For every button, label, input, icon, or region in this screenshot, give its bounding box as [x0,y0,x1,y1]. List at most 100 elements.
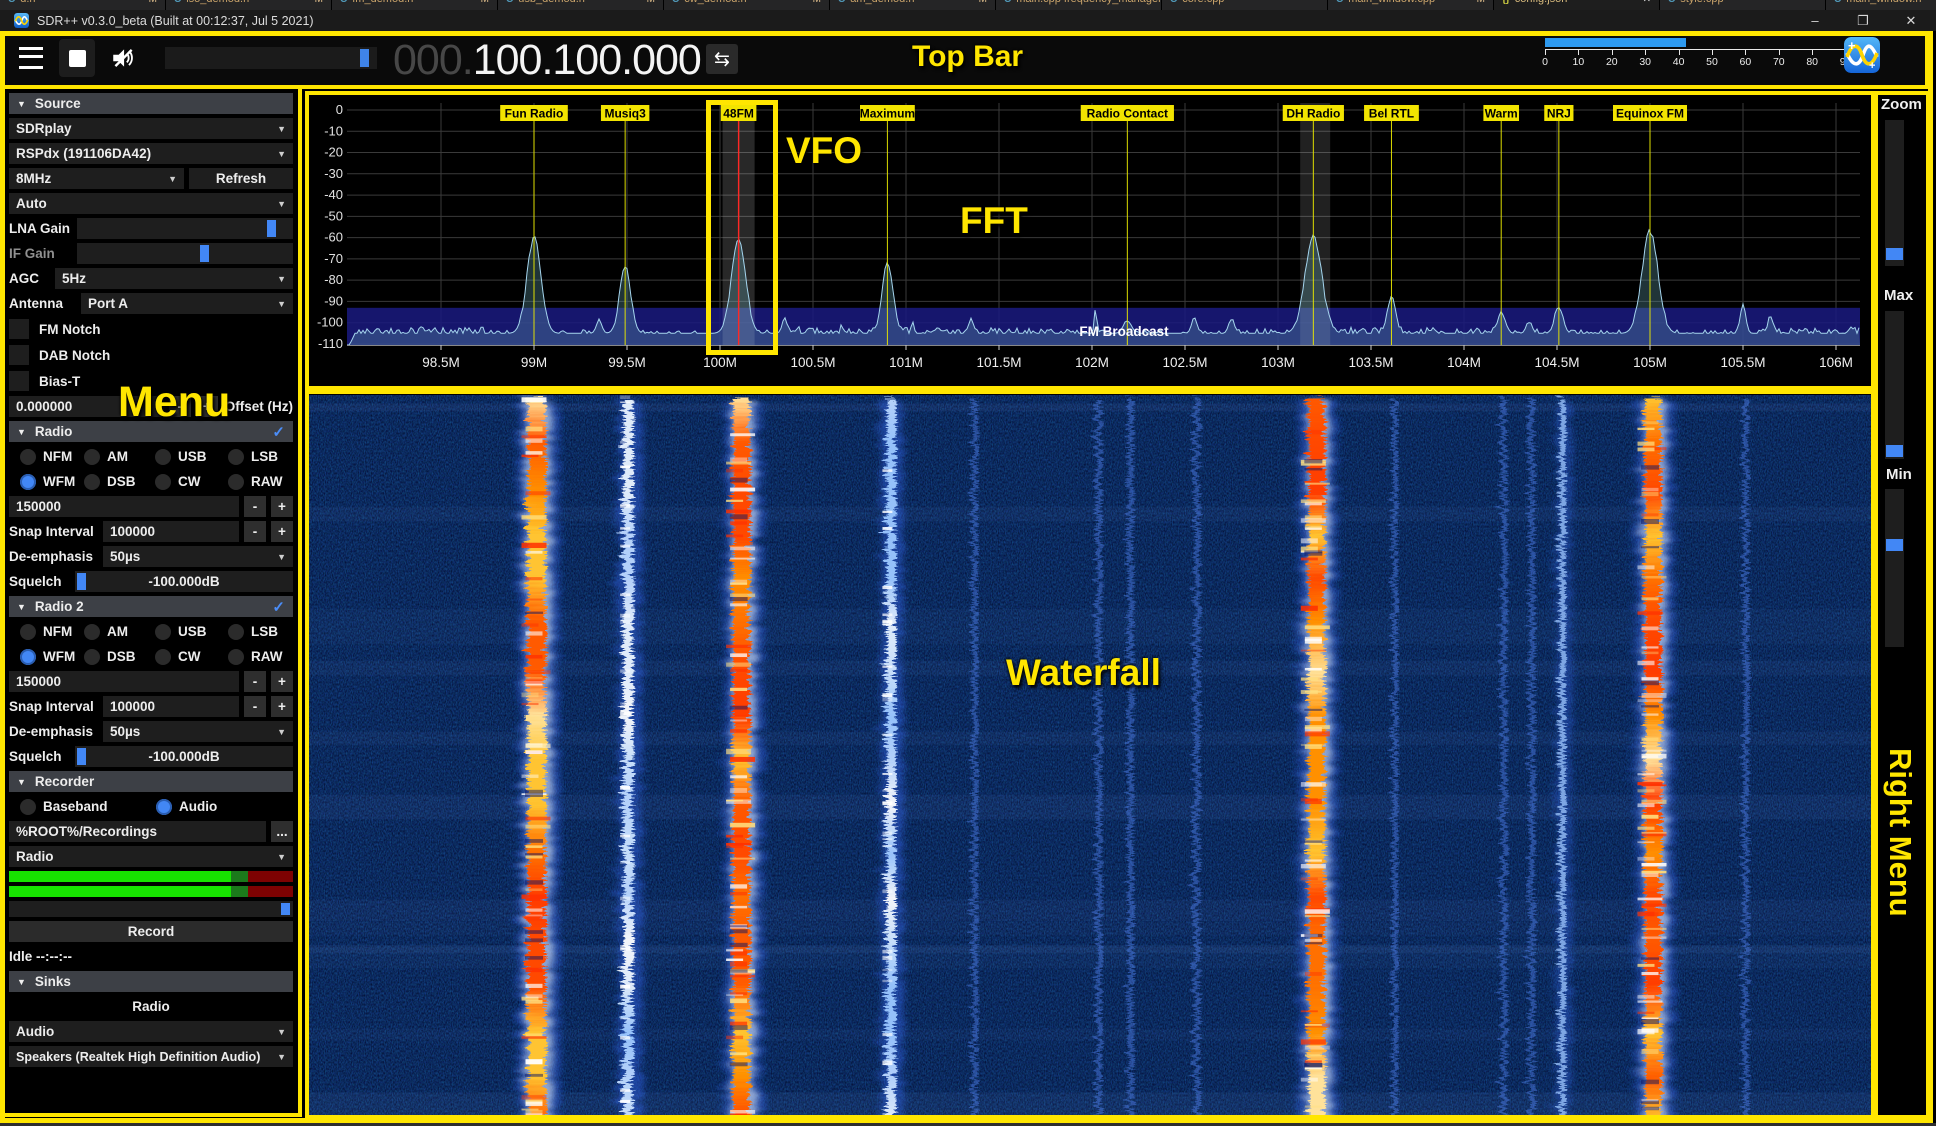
mode-usb[interactable]: USB [155,449,228,465]
zoom-slider[interactable] [1885,120,1904,266]
sinks-section-header[interactable]: ▼Sinks [9,971,293,992]
waterfall-display[interactable] [309,395,1871,1117]
mode-dsb[interactable]: DSB [84,474,155,490]
mode-am[interactable]: AM [84,624,155,640]
sink-device-select[interactable]: Speakers (Realtek High Definition Audio)… [9,1046,293,1067]
editor-tab[interactable]: Cmain_window.cppM [1328,0,1494,10]
fft-display[interactable]: Fun RadioMusiq348FMMaximumRadio ContactD… [309,95,1871,387]
source-section-header[interactable]: ▼Source [9,93,293,114]
fm-notch-checkbox[interactable] [9,319,29,339]
snap-interval-row: Snap Interval 100000 - + [9,521,293,542]
agc-select[interactable]: 5Hz▼ [55,268,293,289]
vfo-swap-button[interactable]: ⇆ [706,44,738,74]
snr-gauge-fill [1545,38,1686,47]
radio2-section-header[interactable]: ▼Radio 2✓ [9,596,293,617]
mode-nfm[interactable]: NFM [20,449,84,465]
volume-slider[interactable] [165,47,377,69]
sink-type-select[interactable]: Audio▼ [9,1021,293,1042]
lna-gain-slider[interactable] [77,218,293,239]
deemphasis-select[interactable]: 50µs▼ [103,546,293,567]
frequency-bright-digits: 100.100.000 [473,36,701,85]
squelch-slider[interactable]: -100.000dB [75,746,293,767]
source-driver-select[interactable]: SDRplay▼ [9,118,293,139]
volume-slider-handle[interactable] [360,49,369,67]
bandwidth-decrement-button[interactable]: - [244,671,266,692]
bandwidth-select[interactable]: Auto▼ [9,193,293,214]
left-menu: ▼Source SDRplay▼ RSPdx (191106DA42)▼ 8MH… [9,93,293,1115]
source-device-select[interactable]: RSPdx (191106DA42)▼ [9,143,293,164]
mode-cw[interactable]: CW [155,474,228,490]
editor-tab[interactable]: {}config.json✕ [1494,0,1660,10]
mute-button[interactable] [105,39,141,77]
min-slider[interactable] [1885,489,1904,647]
bandwidth-input[interactable]: 150000 [9,671,239,692]
mode-baseband[interactable]: Baseband [20,799,156,815]
mode-audio[interactable]: Audio [156,799,217,815]
refresh-button[interactable]: Refresh [189,168,293,189]
editor-tab[interactable]: Cmain.cpp frequency_manager\...M [996,0,1162,10]
bias-t-checkbox[interactable] [9,371,29,391]
snap-increment-button[interactable]: + [271,696,293,717]
recording-path-input[interactable]: %ROOT%/Recordings [9,821,266,842]
recorder-stream-select[interactable]: Radio▼ [9,846,293,867]
mode-dsb[interactable]: DSB [84,649,155,665]
mode-cw[interactable]: CW [155,649,228,665]
enabled-check-icon[interactable]: ✓ [272,423,285,441]
recorder-section-header[interactable]: ▼Recorder [9,771,293,792]
minimize-button[interactable]: – [1800,10,1830,31]
bandwidth-increment-button[interactable]: + [271,671,293,692]
recorder-volume-handle[interactable] [281,903,290,915]
frequency-display[interactable]: 000.100.100.000 [393,34,701,86]
bandwidth-increment-button[interactable]: + [271,496,293,517]
stop-button[interactable] [59,39,95,77]
mode-lsb[interactable]: LSB [228,624,294,640]
browse-button[interactable]: ... [271,821,293,842]
snap-decrement-button[interactable]: - [244,521,266,542]
dab-notch-checkbox[interactable] [9,345,29,365]
antenna-select[interactable]: Port A▼ [81,293,293,314]
if-gain-slider[interactable] [77,243,293,264]
samplerate-select[interactable]: 8MHz▼ [9,168,184,189]
enabled-check-icon[interactable]: ✓ [272,598,285,616]
editor-tab[interactable]: Cusb_demod.hM [498,0,664,10]
editor-tab[interactable]: Ccore.cpp [1162,0,1328,10]
mode-wfm[interactable]: WFM [20,649,84,665]
mode-usb[interactable]: USB [155,624,228,640]
radio-section-header[interactable]: ▼Radio✓ [9,421,293,442]
mode-raw[interactable]: RAW [228,649,294,665]
menu-hamburger-button[interactable] [13,39,49,77]
editor-tab[interactable]: Ccw_demod.hM [664,0,830,10]
if-gain-handle[interactable] [200,245,209,262]
max-slider[interactable] [1885,311,1904,459]
squelch-slider[interactable]: -100.000dB [75,571,293,592]
editor-tab[interactable]: Cam_demod.hM [830,0,996,10]
min-slider-handle[interactable] [1886,539,1903,551]
mode-am[interactable]: AM [84,449,155,465]
maximize-button[interactable]: ❐ [1848,10,1878,31]
record-button[interactable]: Record [9,921,293,942]
snap-interval-input[interactable]: 100000 [103,696,239,717]
editor-tab[interactable]: Cfm_demod.hM [332,0,498,10]
max-slider-handle[interactable] [1886,445,1903,457]
zoom-slider-handle[interactable] [1886,248,1903,260]
snap-increment-button[interactable]: + [271,521,293,542]
bandwidth-input[interactable]: 150000 [9,496,239,517]
bandwidth-decrement-button[interactable]: - [244,496,266,517]
mode-lsb[interactable]: LSB [228,449,294,465]
lna-gain-handle[interactable] [267,220,276,237]
recorder-volume-slider[interactable] [9,901,293,917]
mode-raw[interactable]: RAW [228,474,294,490]
offset-decrement-button[interactable]: - [169,396,191,417]
offset-increment-button[interactable]: + [196,396,218,417]
offset-input[interactable]: 0.000000 [9,396,164,417]
deemphasis-select[interactable]: 50µs▼ [103,721,293,742]
mode-wfm[interactable]: WFM [20,474,84,490]
editor-tab[interactable]: Cmain_window.hM [1826,0,1936,10]
mode-nfm[interactable]: NFM [20,624,84,640]
snap-decrement-button[interactable]: - [244,696,266,717]
editor-tab[interactable]: Cstyle.cpp [1660,0,1826,10]
editor-tab[interactable]: Cd.hM [0,0,166,10]
snap-interval-input[interactable]: 100000 [103,521,239,542]
close-button[interactable]: ✕ [1896,10,1926,31]
editor-tab[interactable]: Ciso_demod.hM [166,0,332,10]
